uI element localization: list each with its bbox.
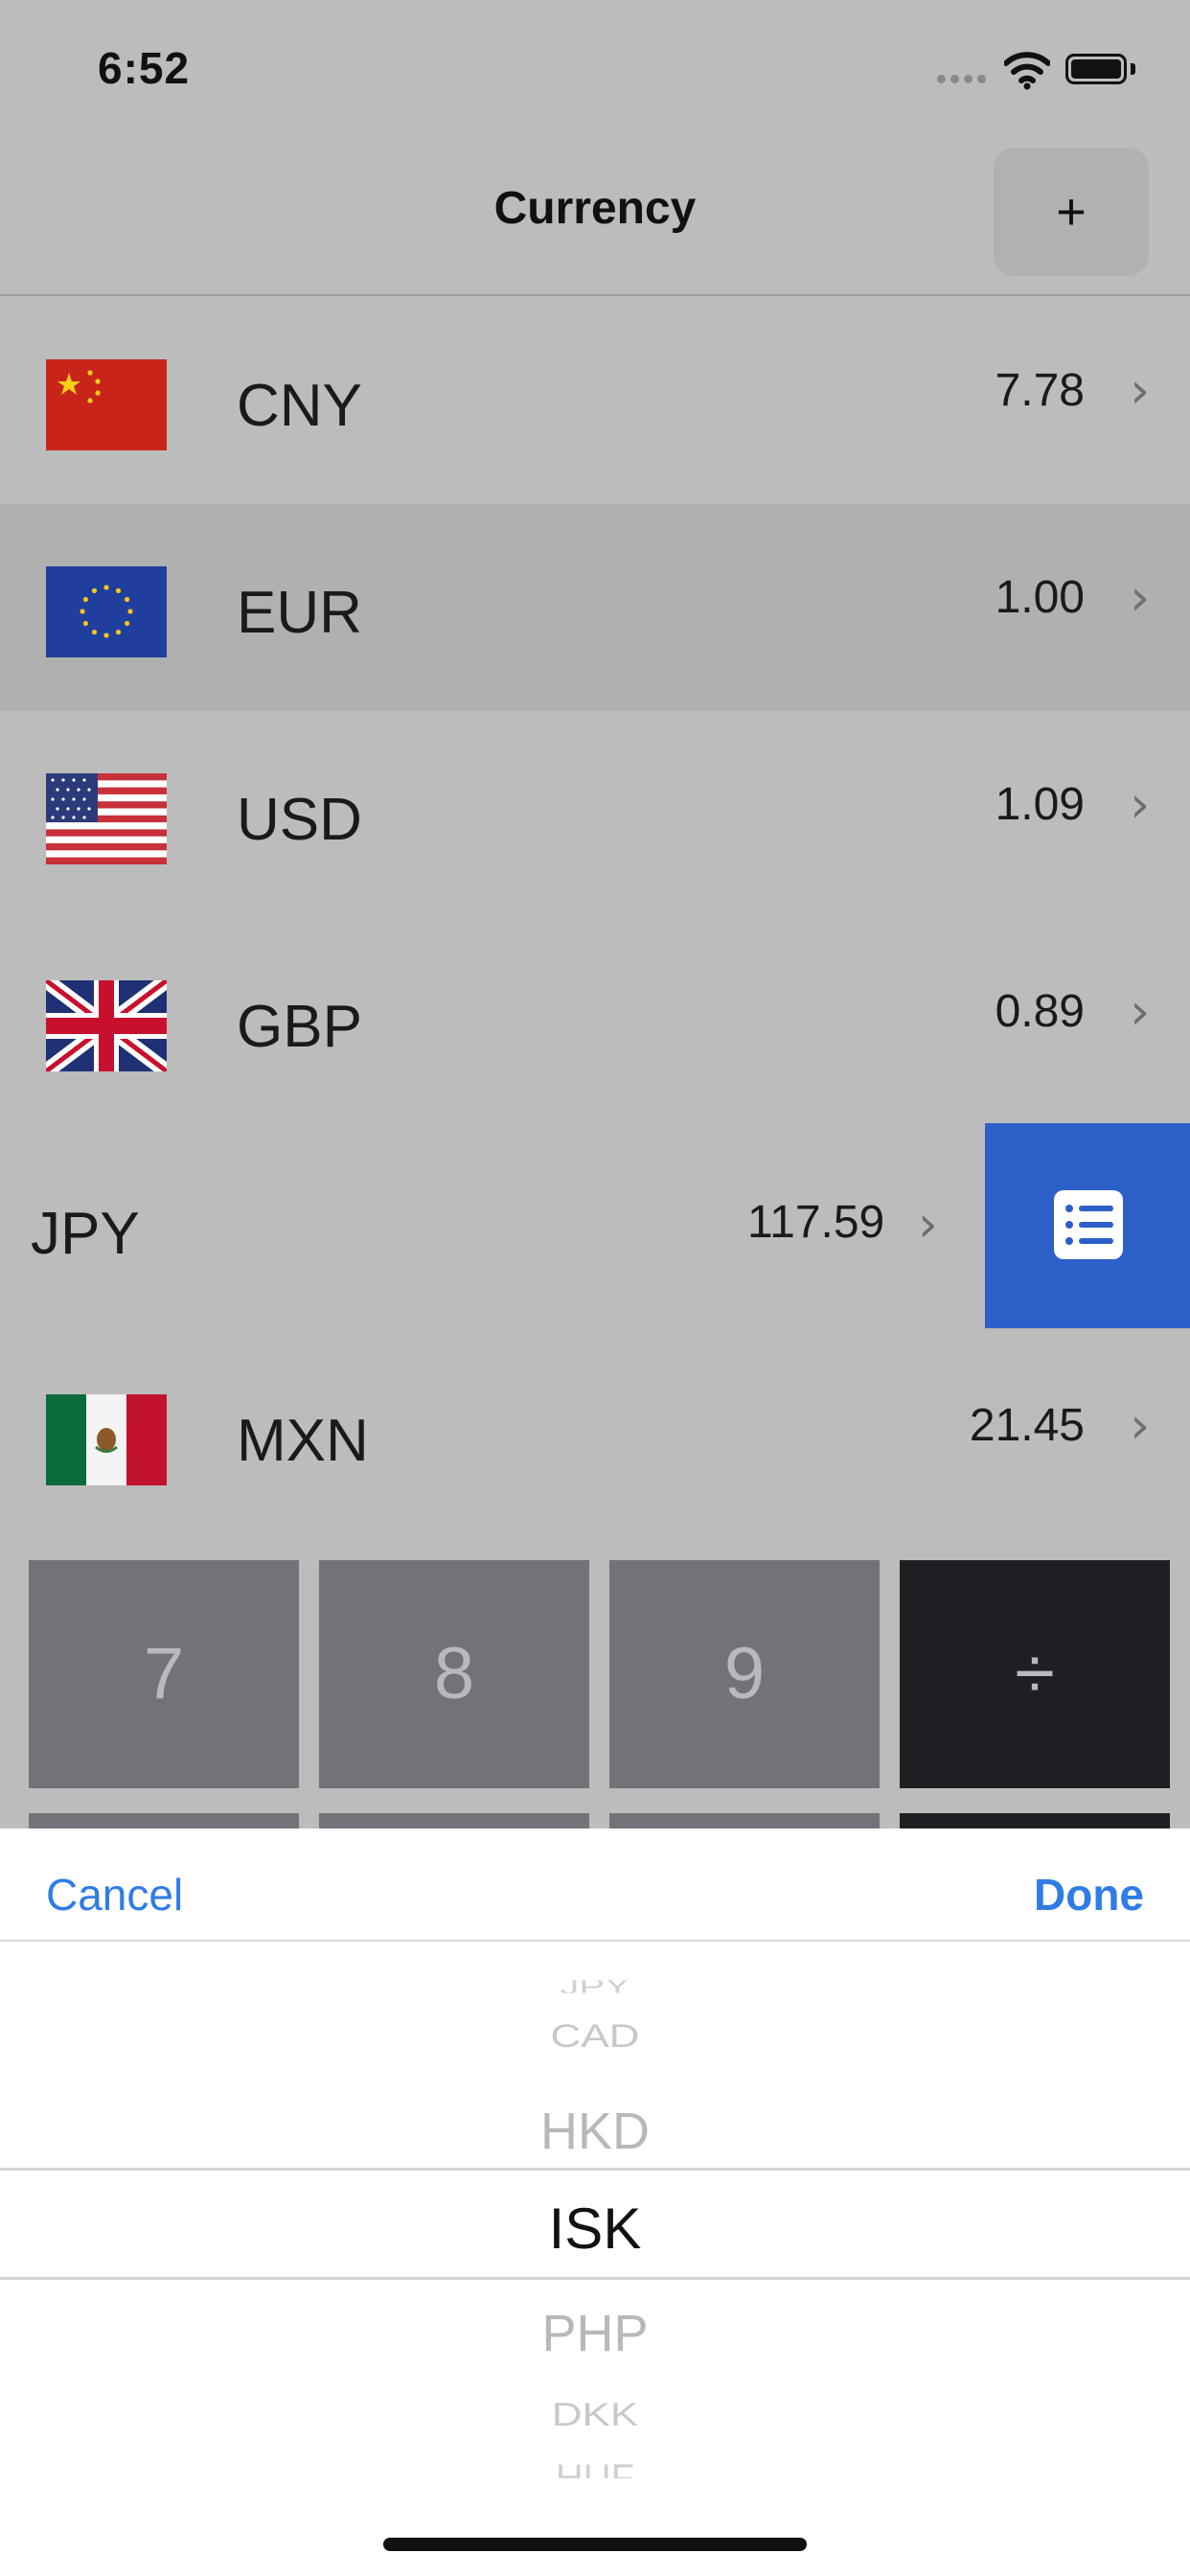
picker-item[interactable]: CAD xyxy=(0,2018,1190,2056)
eu-flag-icon xyxy=(46,566,167,657)
currency-code: EUR xyxy=(237,580,362,646)
mexico-flag-icon xyxy=(46,1394,167,1485)
china-flag-icon xyxy=(46,359,167,450)
currency-code: MXN xyxy=(237,1408,369,1474)
currency-rate: 117.59 xyxy=(747,1197,885,1248)
usa-flag-icon xyxy=(46,773,167,864)
key-divide[interactable]: ÷ xyxy=(900,1560,1170,1788)
battery-tip xyxy=(1131,63,1135,75)
chevron-right-icon: › xyxy=(918,1196,938,1254)
list-action-button[interactable] xyxy=(985,1123,1190,1328)
currency-row-cny[interactable]: CNY 7.78 › xyxy=(0,297,1190,504)
currency-code: JPY xyxy=(31,1201,140,1267)
currency-rate: 0.89 xyxy=(995,986,1085,1037)
currency-row-gbp[interactable]: GBP 0.89 › xyxy=(0,918,1190,1125)
chevron-right-icon: › xyxy=(1130,983,1150,1041)
picker-selection-bottom-line xyxy=(0,2277,1190,2280)
chevron-right-icon: › xyxy=(1130,569,1150,627)
currency-code: USD xyxy=(237,787,362,853)
chevron-right-icon: › xyxy=(1130,776,1150,834)
status-time: 6:52 xyxy=(98,43,191,93)
key-8[interactable]: 8 xyxy=(319,1560,589,1788)
currency-rate: 21.45 xyxy=(969,1400,1085,1451)
picker-selection-top-line xyxy=(0,2168,1190,2171)
list-icon xyxy=(1054,1190,1123,1259)
done-button[interactable]: Done xyxy=(1034,1869,1144,1920)
cancel-button[interactable]: Cancel xyxy=(46,1869,183,1920)
key-9[interactable]: 9 xyxy=(609,1560,880,1788)
currency-rate: 7.78 xyxy=(995,365,1085,416)
currency-rate: 1.00 xyxy=(995,572,1085,623)
currency-rate: 1.09 xyxy=(995,779,1085,830)
picker-selected-item[interactable]: ISK xyxy=(0,2196,1190,2262)
picker-item[interactable]: JPY xyxy=(0,1980,1190,1992)
uk-flag-icon xyxy=(46,980,167,1071)
currency-code: CNY xyxy=(237,373,362,439)
picker-item[interactable]: DKK xyxy=(0,2397,1190,2434)
picker-item[interactable]: HKD xyxy=(0,2102,1190,2161)
nav-divider xyxy=(0,294,1190,296)
currency-row-usd[interactable]: USD 1.09 › xyxy=(0,711,1190,918)
picker-item[interactable]: PHP xyxy=(0,2304,1190,2363)
currency-code: GBP xyxy=(237,994,362,1060)
currency-row-mxn[interactable]: MXN 21.45 › xyxy=(0,1332,1190,1539)
battery-icon xyxy=(1065,54,1127,84)
currency-row-eur[interactable]: EUR 1.00 › xyxy=(0,504,1190,711)
chevron-right-icon: › xyxy=(1130,362,1150,420)
wifi-icon xyxy=(1003,52,1051,95)
picker-item[interactable]: HUF xyxy=(0,2459,1190,2478)
add-currency-button[interactable]: + xyxy=(994,148,1149,276)
cellular-signal-icon xyxy=(937,71,991,88)
key-7[interactable]: 7 xyxy=(29,1560,299,1788)
chevron-right-icon: › xyxy=(1130,1397,1150,1455)
home-indicator[interactable] xyxy=(383,2538,807,2551)
sheet-divider xyxy=(0,1940,1190,1942)
